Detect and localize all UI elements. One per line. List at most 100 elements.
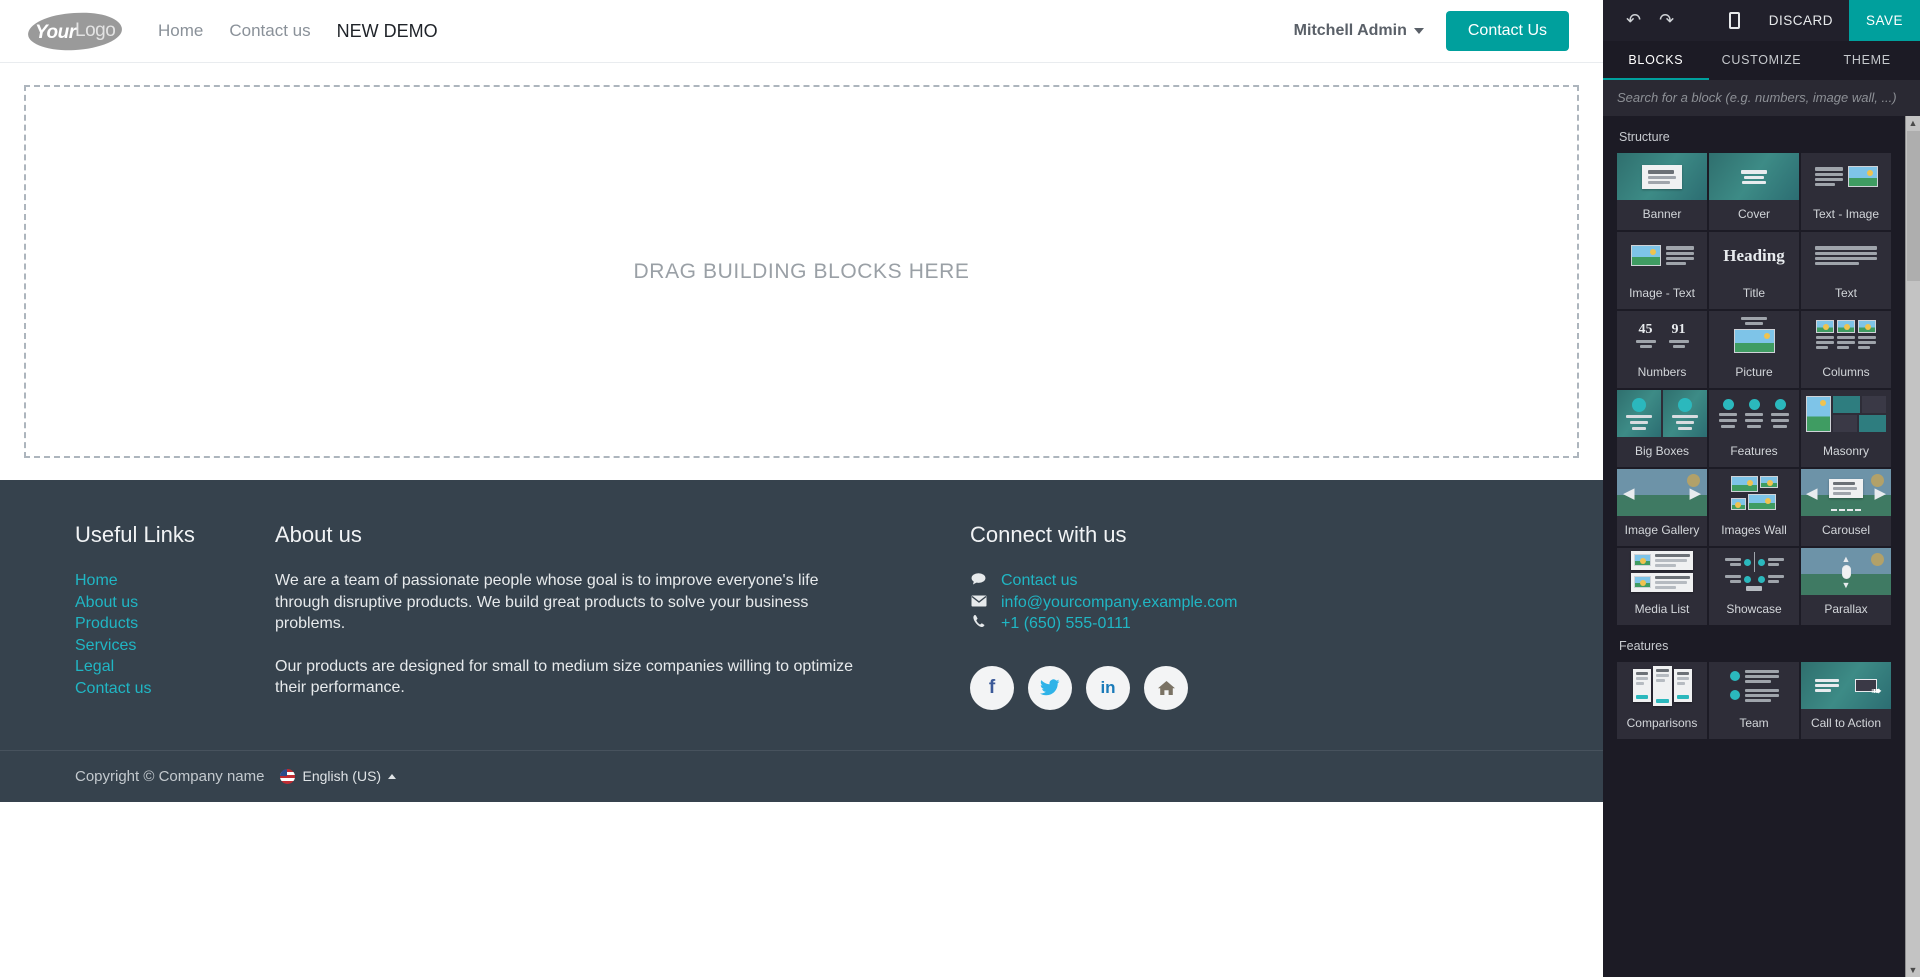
block-label: Masonry <box>1822 444 1869 458</box>
search-input[interactable] <box>1617 90 1906 105</box>
parallax-thumbnail: ▲ ▼ <box>1801 548 1891 595</box>
block-title[interactable]: Heading Title <box>1709 232 1799 309</box>
big-boxes-thumbnail <box>1617 390 1707 437</box>
language-label: English (US) <box>302 768 382 784</box>
block-media-list[interactable]: Media List <box>1617 548 1707 625</box>
block-showcase[interactable]: Showcase <box>1709 548 1799 625</box>
block-label: Team <box>1739 716 1769 730</box>
block-label: Carousel <box>1821 523 1871 537</box>
block-comparisons[interactable]: Comparisons <box>1617 662 1707 739</box>
block-images-wall[interactable]: Images Wall <box>1709 469 1799 546</box>
discard-button[interactable]: DISCARD <box>1753 0 1849 41</box>
column-item <box>1837 320 1855 349</box>
heading-glyph: Heading <box>1723 245 1785 265</box>
header-right-group: Mitchell Admin Contact Us <box>1294 11 1569 51</box>
text-glyph <box>1665 246 1694 265</box>
block-cover[interactable]: Cover <box>1709 153 1799 230</box>
block-label: Picture <box>1735 365 1773 379</box>
block-label: Features <box>1730 444 1778 458</box>
numbers-thumbnail: 45 91 <box>1617 311 1707 358</box>
footer-link-home[interactable]: Home <box>75 570 275 592</box>
section-label-structure: Structure <box>1619 130 1670 144</box>
copyright-text: Copyright © Company name <box>75 767 265 785</box>
footer-about-paragraph-2: Our products are designed for small to m… <box>275 657 854 697</box>
cta-text-glyph <box>1815 679 1839 692</box>
footer-contact-us-link[interactable]: Contact us <box>1001 570 1077 592</box>
footer-link-services[interactable]: Services <box>75 635 275 657</box>
home-icon[interactable] <box>1144 665 1188 710</box>
nav-item-new-demo[interactable]: NEW DEMO <box>335 17 440 46</box>
showcase-thumbnail <box>1709 548 1799 595</box>
block-label: Image - Text <box>1629 286 1695 300</box>
footer-link-contact-us[interactable]: Contact us <box>75 678 275 700</box>
scroll-up-arrow-icon[interactable]: ▲ <box>1909 116 1918 130</box>
tab-theme[interactable]: THEME <box>1814 41 1920 80</box>
nav-item-contact-us[interactable]: Contact us <box>227 17 312 45</box>
panel-scrollbar[interactable]: ▲ ▼ <box>1905 116 1920 977</box>
block-picture[interactable]: Picture <box>1709 311 1799 388</box>
tab-customize[interactable]: CUSTOMIZE <box>1709 41 1815 80</box>
masonry-thumbnail <box>1801 390 1891 437</box>
dropzone-label: DRAG BUILDING BLOCKS HERE <box>633 259 970 283</box>
footer-link-products[interactable]: Products <box>75 613 275 635</box>
scroll-down-arrow-icon[interactable]: ▼ <box>1909 963 1918 977</box>
block-text-image[interactable]: Text - Image <box>1801 153 1891 230</box>
footer-link-legal[interactable]: Legal <box>75 656 275 678</box>
facebook-icon[interactable]: f <box>970 665 1014 710</box>
columns-thumbnail <box>1801 311 1891 358</box>
blocks-panel-body: Structure Banner Cover Text - Image Imag… <box>1603 116 1920 977</box>
carousel-thumbnail: ◀ ▶ <box>1801 469 1891 516</box>
block-image-text[interactable]: Image - Text <box>1617 232 1707 309</box>
block-numbers[interactable]: 45 91 Numbers <box>1617 311 1707 388</box>
block-label: Comparisons <box>1626 716 1698 730</box>
redo-icon[interactable]: ↷ <box>1650 8 1683 33</box>
block-label: Columns <box>1822 365 1870 379</box>
chevron-left-icon: ◀ <box>1623 484 1635 502</box>
footer-phone-link[interactable]: +1 (650) 555-0111 <box>1001 613 1131 635</box>
block-features[interactable]: Features <box>1709 390 1799 467</box>
block-banner[interactable]: Banner <box>1617 153 1707 230</box>
cursor-icon: ➠ <box>1871 683 1882 698</box>
undo-icon[interactable]: ↶ <box>1617 8 1650 33</box>
picture-thumbnail <box>1709 311 1799 358</box>
nav-item-home[interactable]: Home <box>156 17 205 45</box>
block-team[interactable]: Team <box>1709 662 1799 739</box>
feature-item <box>1745 399 1763 428</box>
feature-item <box>1771 399 1789 428</box>
tab-blocks[interactable]: BLOCKS <box>1603 41 1709 80</box>
twitter-icon[interactable] <box>1028 665 1072 710</box>
block-text[interactable]: Text <box>1801 232 1891 309</box>
text-image-thumbnail <box>1801 153 1891 200</box>
block-label: Images Wall <box>1721 523 1787 537</box>
block-masonry[interactable]: Masonry <box>1801 390 1891 467</box>
drag-building-blocks-dropzone[interactable]: DRAG BUILDING BLOCKS HERE <box>24 85 1579 458</box>
team-item <box>1729 669 1779 683</box>
language-selector[interactable]: English (US) <box>280 768 397 784</box>
block-image-gallery[interactable]: ◀ ▶ Image Gallery <box>1617 469 1707 546</box>
footer-useful-links: Useful Links Home About us Products Serv… <box>75 522 275 710</box>
editor-toolbar: ↶ ↷ DISCARD SAVE <box>1603 0 1920 41</box>
mobile-preview-icon[interactable] <box>1716 12 1753 29</box>
contact-row-message: Contact us <box>970 570 1370 592</box>
block-parallax[interactable]: ▲ ▼ Parallax <box>1801 548 1891 625</box>
chevron-left-icon: ◀ <box>1806 484 1818 502</box>
linkedin-icon[interactable]: in <box>1086 665 1130 710</box>
block-carousel[interactable]: ◀ ▶ Carousel <box>1801 469 1891 546</box>
user-menu[interactable]: Mitchell Admin <box>1294 22 1424 40</box>
footer-link-about-us[interactable]: About us <box>75 592 275 614</box>
chevron-right-icon: ▶ <box>1689 484 1701 502</box>
site-footer: Useful Links Home About us Products Serv… <box>0 480 1603 802</box>
image-text-thumbnail <box>1617 232 1707 279</box>
block-columns[interactable]: Columns <box>1801 311 1891 388</box>
images-wall-thumbnail <box>1709 469 1799 516</box>
save-button[interactable]: SAVE <box>1848 0 1920 41</box>
title-thumbnail: Heading <box>1709 232 1799 279</box>
site-logo[interactable]: Your Logo <box>0 10 150 52</box>
scrollbar-thumb[interactable] <box>1906 131 1920 281</box>
editor-application: Your Logo Home Contact us NEW DEMO Mitche… <box>0 0 1920 977</box>
block-call-to-action[interactable]: ➠ Call to Action <box>1801 662 1891 739</box>
block-big-boxes[interactable]: Big Boxes <box>1617 390 1707 467</box>
contact-us-button[interactable]: Contact Us <box>1445 11 1569 51</box>
footer-email-link[interactable]: info@yourcompany.example.com <box>1001 592 1238 614</box>
text-thumbnail <box>1801 232 1891 279</box>
